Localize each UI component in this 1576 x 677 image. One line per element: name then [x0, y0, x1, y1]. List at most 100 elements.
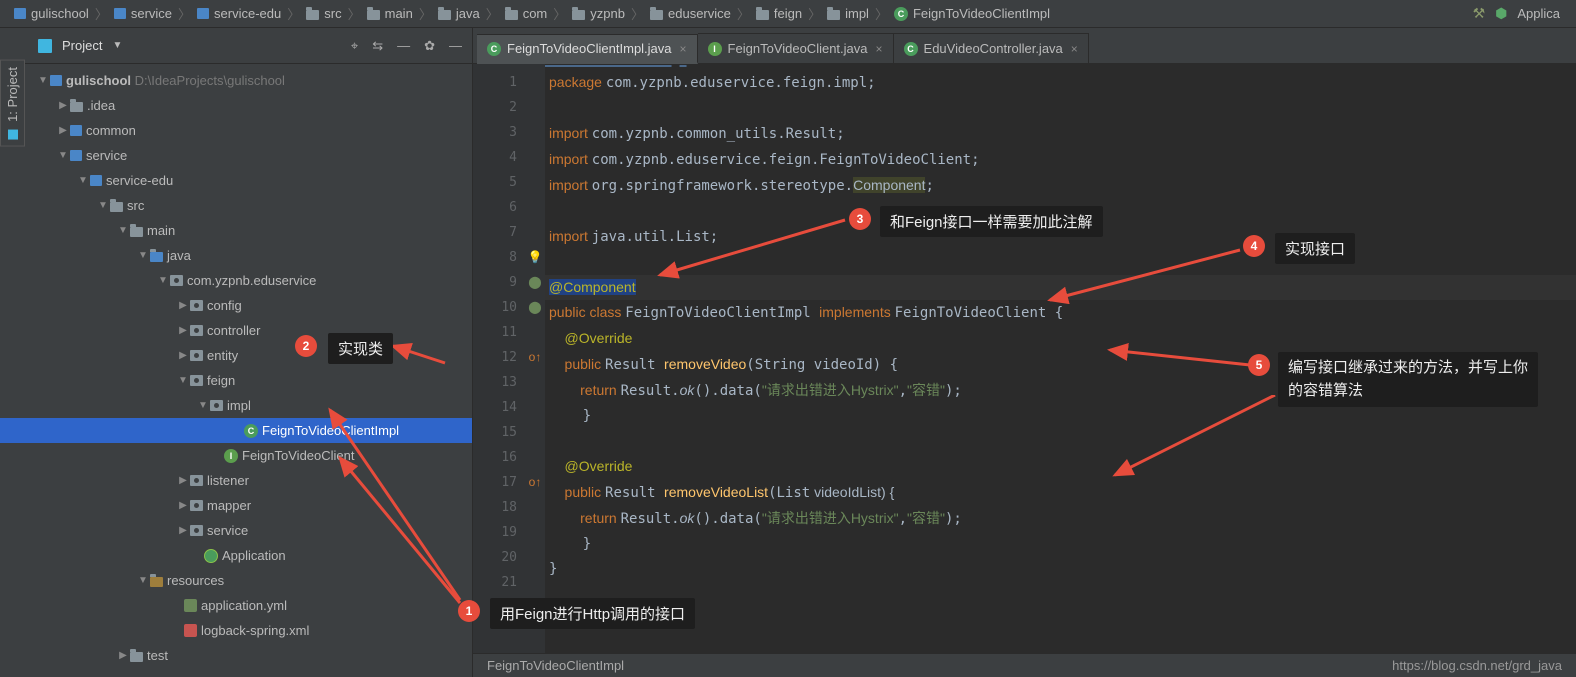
dir-icon: [572, 10, 585, 20]
module-icon: [70, 125, 82, 136]
tree-node[interactable]: listener: [0, 468, 472, 493]
breadcrumb-label: java: [456, 6, 480, 21]
tree-node[interactable]: test: [0, 643, 472, 668]
folder-icon: [130, 652, 143, 662]
tree-node[interactable]: mapper: [0, 493, 472, 518]
breadcrumb-item[interactable]: src: [300, 6, 347, 21]
breadcrumb-label: service: [131, 6, 172, 21]
toolwindow-tab-label: 1: Project: [5, 67, 20, 122]
tree-root-path: D:\IdeaProjects\gulischool: [135, 73, 285, 88]
breadcrumb-label: yzpnb: [590, 6, 625, 21]
hide-icon[interactable]: —: [449, 38, 462, 54]
tree-node[interactable]: controller: [0, 318, 472, 343]
breadcrumb-item[interactable]: gulischool: [8, 6, 95, 21]
breadcrumb-item[interactable]: com: [499, 6, 554, 21]
spring-app-icon: [204, 549, 218, 563]
run-config-icon[interactable]: ⬢: [1495, 5, 1507, 22]
breadcrumb-item[interactable]: feign: [750, 6, 808, 21]
tree-root[interactable]: gulischool D:\IdeaProjects\gulischool: [0, 68, 472, 93]
annotation-badge-5: 5: [1248, 354, 1270, 376]
toolwindow-tab-project[interactable]: 1: Project: [0, 60, 25, 147]
interface-icon: I: [708, 42, 722, 56]
breadcrumb-label: gulischool: [31, 6, 89, 21]
package-icon: [190, 375, 203, 386]
editor-tab[interactable]: I FeignToVideoClient.java ×: [698, 33, 894, 63]
module-icon: [14, 8, 26, 19]
resources-folder-icon: [150, 577, 163, 587]
breadcrumb-item[interactable]: eduservice: [644, 6, 737, 21]
package-icon: [190, 525, 203, 536]
tree-node[interactable]: impl: [0, 393, 472, 418]
tree-root-name: gulischool: [66, 73, 131, 88]
module-icon: [114, 8, 126, 19]
module-icon: [70, 150, 82, 161]
package-icon: [190, 350, 203, 361]
build-icon[interactable]: ⚒: [1473, 5, 1486, 22]
package-icon: [190, 300, 203, 311]
dir-icon: [438, 10, 451, 20]
annotation-tip-5: 编写接口继承过来的方法，并写上你的容错算法: [1278, 352, 1538, 407]
dir-icon: [306, 10, 319, 20]
tree-node-selected[interactable]: CFeignToVideoClientImpl: [0, 418, 472, 443]
tree-node[interactable]: src: [0, 193, 472, 218]
class-icon: C: [904, 42, 918, 56]
tree-node[interactable]: logback-spring.xml: [0, 618, 472, 643]
collapse-icon[interactable]: —: [397, 38, 410, 54]
close-icon[interactable]: ×: [1071, 42, 1078, 56]
dir-icon: [367, 10, 380, 20]
project-tree[interactable]: gulischool D:\IdeaProjects\gulischool .i…: [0, 64, 472, 677]
tree-node[interactable]: .idea: [0, 93, 472, 118]
annotation-badge-4: 4: [1243, 235, 1265, 257]
breadcrumb-item[interactable]: service-edu: [191, 6, 287, 21]
breadcrumb-item[interactable]: yzpnb: [566, 6, 631, 21]
dir-icon: [505, 10, 518, 20]
tree-node[interactable]: com.yzpnb.eduservice: [0, 268, 472, 293]
tree-node[interactable]: service: [0, 518, 472, 543]
tree-node[interactable]: IFeignToVideoClient: [0, 443, 472, 468]
tree-node[interactable]: feign: [0, 368, 472, 393]
project-panel-header: Project ▼ ⌖ ⇆ — ✿ —: [0, 28, 472, 64]
breadcrumb-label: main: [385, 6, 413, 21]
tree-node[interactable]: java: [0, 243, 472, 268]
breadcrumb-label: FeignToVideoClientImpl: [913, 6, 1050, 21]
annotation-tip-4: 实现接口: [1275, 233, 1355, 264]
editor-tab[interactable]: CFeignToVideoClientImpl.java×: [477, 34, 698, 64]
breadcrumb-item[interactable]: main: [361, 6, 419, 21]
breadcrumb-item[interactable]: impl: [821, 6, 875, 21]
tree-node[interactable]: service: [0, 143, 472, 168]
tab-label: FeignToVideoClient.java: [728, 41, 868, 56]
breadcrumb-label: impl: [845, 6, 869, 21]
tree-node[interactable]: common: [0, 118, 472, 143]
tree-node[interactable]: resources: [0, 568, 472, 593]
breadcrumb-item[interactable]: CFeignToVideoClientImpl: [888, 6, 1056, 21]
close-icon[interactable]: ×: [680, 42, 687, 56]
close-icon[interactable]: ×: [876, 42, 883, 56]
annotation-tip-1: 用Feign进行Http调用的接口: [490, 598, 695, 629]
run-config-label[interactable]: Applica: [1517, 6, 1560, 21]
tree-node[interactable]: application.yml: [0, 593, 472, 618]
line-gutter[interactable]: 123456789101112131415161718192021: [481, 64, 525, 677]
marker-gutter[interactable]: 💡⬤⬤o↑o↑: [525, 64, 545, 677]
breadcrumb[interactable]: gulischool〉service〉service-edu〉src〉main〉…: [8, 4, 1056, 23]
editor-tabs: CFeignToVideoClientImpl.java× I FeignToVid…: [473, 28, 1576, 64]
project-panel: Project ▼ ⌖ ⇆ — ✿ — gulischool D:\IdeaPr…: [0, 28, 473, 677]
chevron-down-icon[interactable]: ▼: [112, 40, 122, 51]
tree-node[interactable]: service-edu: [0, 168, 472, 193]
annotation-tip-2: 实现类: [328, 333, 393, 364]
gear-icon[interactable]: ✿: [424, 38, 435, 54]
annotation-badge-1: 1: [458, 600, 480, 622]
project-view-icon: [38, 39, 52, 53]
project-panel-title[interactable]: Project: [62, 38, 102, 53]
editor-tab[interactable]: CEduVideoController.java×: [894, 33, 1089, 63]
package-icon: [190, 325, 203, 336]
package-icon: [190, 500, 203, 511]
tree-node[interactable]: config: [0, 293, 472, 318]
tree-node[interactable]: main: [0, 218, 472, 243]
tree-node[interactable]: entity: [0, 343, 472, 368]
tree-node[interactable]: Application: [0, 543, 472, 568]
locate-icon[interactable]: ⌖: [351, 38, 358, 54]
split-icon[interactable]: ⇆: [372, 38, 383, 54]
breadcrumb-item[interactable]: java: [432, 6, 486, 21]
class-icon: C: [244, 424, 258, 438]
breadcrumb-item[interactable]: service: [108, 6, 178, 21]
